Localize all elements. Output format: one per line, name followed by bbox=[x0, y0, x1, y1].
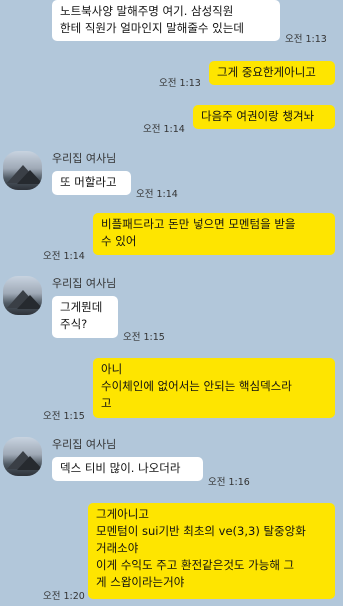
message-bubble[interactable]: 그게아니고 모멘텀이 sui기반 최초의 ve(3,3) 탈중앙화 거래소야 이… bbox=[88, 503, 335, 599]
message-bubble[interactable]: 노트북사양 말해주명 여기. 삼성직원 한테 직원가 얼마인지 말해줄수 있는데 bbox=[52, 0, 280, 41]
message-bubble[interactable]: 아니 수이체인에 없어서는 안되는 핵심덱스라 고 bbox=[93, 358, 335, 418]
sender-avatar[interactable] bbox=[3, 437, 42, 476]
message-time: 오전 1:15 bbox=[43, 411, 85, 422]
sender-name: 우리집 여사님 bbox=[52, 277, 117, 290]
message-time: 오전 1:13 bbox=[159, 78, 201, 89]
message-bubble[interactable]: 다음주 여권이랑 챙겨놔 bbox=[193, 105, 335, 129]
sender-name: 우리집 여사님 bbox=[52, 438, 117, 451]
message-time: 오전 1:14 bbox=[43, 251, 85, 262]
sender-name: 우리집 여사님 bbox=[52, 152, 117, 165]
sender-avatar[interactable] bbox=[3, 151, 42, 190]
message-time: 오전 1:14 bbox=[143, 124, 185, 135]
message-bubble[interactable]: 덱스 티비 많이. 나오더라 bbox=[52, 457, 203, 481]
message-bubble[interactable]: 비플패드라고 돈만 넣으면 모멘텀을 받을 수 있어 bbox=[93, 213, 335, 255]
message-time: 오전 1:14 bbox=[136, 189, 178, 200]
sender-avatar[interactable] bbox=[3, 276, 42, 315]
message-bubble[interactable]: 그게뭔데 주식? bbox=[52, 296, 118, 338]
message-time: 오전 1:16 bbox=[208, 477, 250, 488]
message-bubble[interactable]: 또 머할라고 bbox=[52, 171, 131, 195]
message-bubble[interactable]: 그게 중요한게아니고 bbox=[209, 61, 335, 85]
message-time: 오전 1:15 bbox=[123, 332, 165, 343]
message-time: 오전 1:13 bbox=[285, 34, 327, 45]
message-time: 오전 1:20 bbox=[43, 591, 85, 602]
